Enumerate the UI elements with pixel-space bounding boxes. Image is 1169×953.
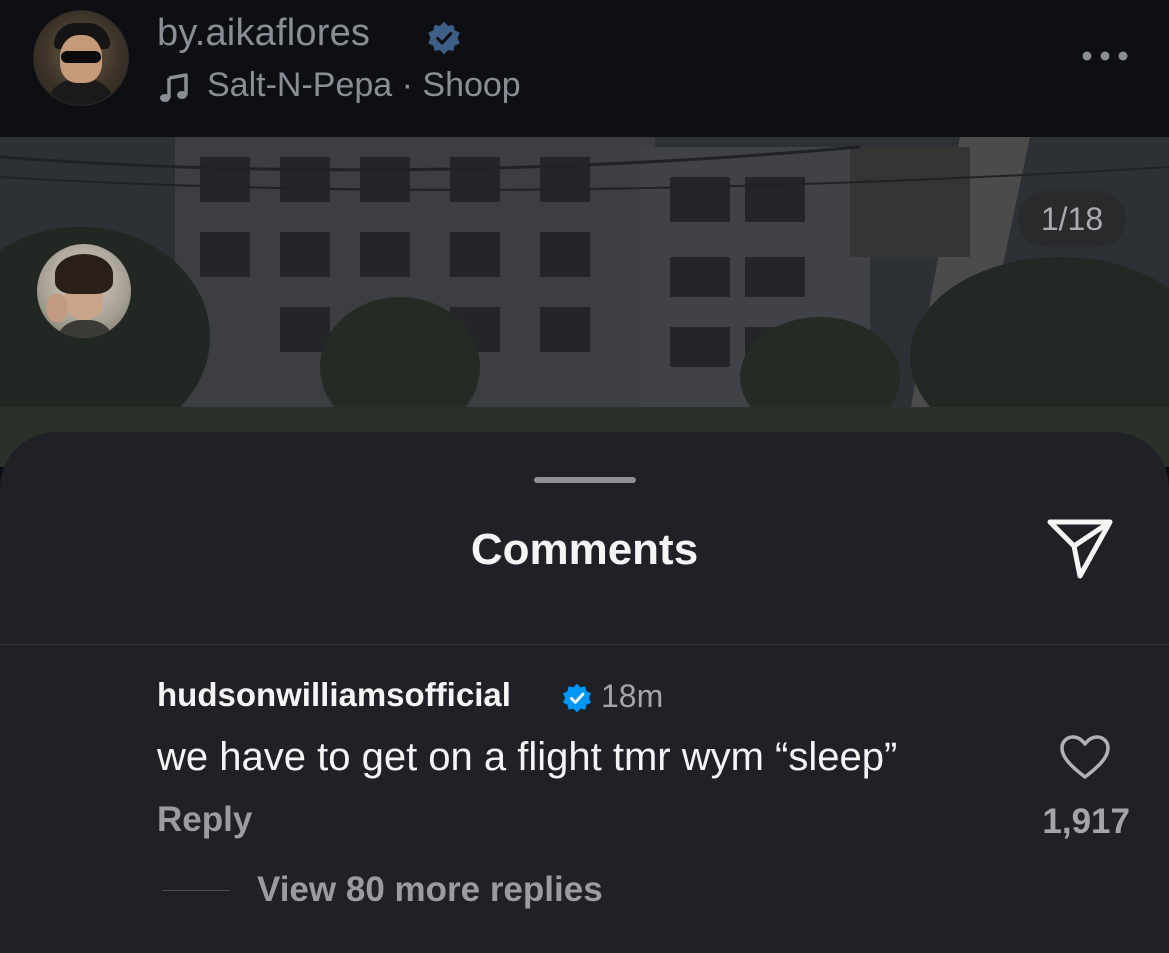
comment-text: we have to get on a flight tmr wym “slee… (157, 735, 898, 779)
image-counter: 1/18 (1018, 191, 1126, 247)
audio-track-label[interactable]: Salt-N-Pepa · Shoop (207, 66, 521, 105)
photo-scene (0, 137, 1169, 467)
post-author-avatar[interactable] (33, 10, 129, 106)
post-header: by.aikaflores Salt-N-Pepa · Shoop (0, 0, 1169, 137)
verified-badge-icon (563, 683, 591, 713)
post-photo[interactable] (0, 137, 1169, 467)
sheet-divider (0, 644, 1169, 645)
comment-username[interactable]: hudsonwilliamsofficial (157, 676, 511, 714)
comments-title: Comments (470, 525, 699, 574)
commenter-avatar[interactable] (37, 244, 131, 338)
view-more-replies-button[interactable]: View 80 more replies (257, 870, 603, 910)
replies-divider-line (162, 890, 230, 891)
heart-icon[interactable] (1058, 733, 1112, 781)
send-icon[interactable] (1044, 516, 1116, 582)
post-author-username[interactable]: by.aikaflores (157, 12, 370, 55)
sheet-drag-handle[interactable] (534, 477, 636, 483)
music-note-icon (160, 73, 188, 102)
comment-timestamp: 18m (601, 678, 664, 714)
more-options-icon[interactable] (1078, 44, 1132, 68)
reply-button[interactable]: Reply (157, 800, 252, 840)
like-count: 1,917 (1042, 802, 1130, 841)
verified-badge-icon (428, 21, 460, 55)
